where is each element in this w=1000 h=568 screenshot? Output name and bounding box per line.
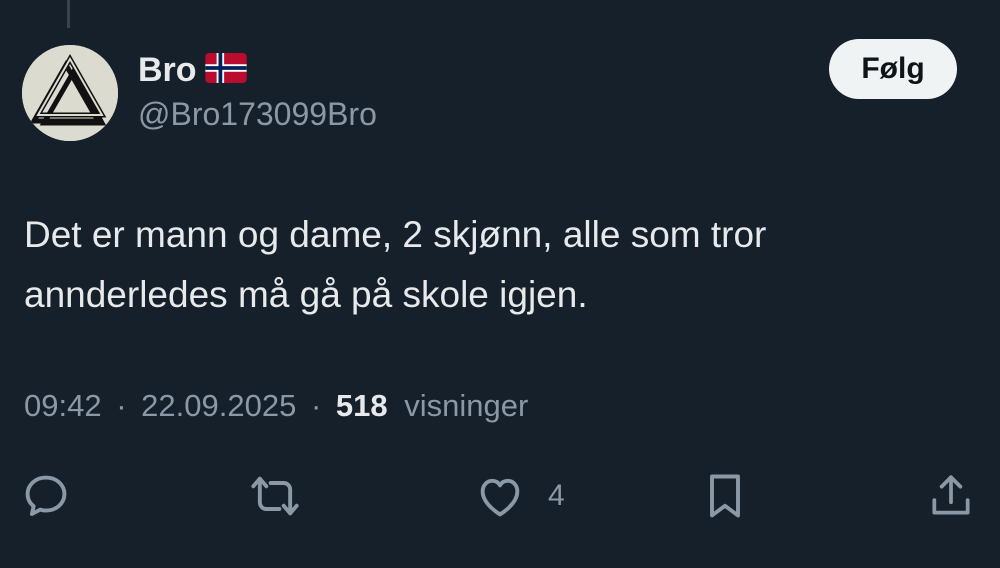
author-name-row[interactable]: Bro bbox=[138, 48, 247, 92]
follow-button[interactable]: Følg bbox=[829, 39, 957, 99]
views-label: visninger bbox=[404, 388, 529, 423]
meta-separator: · bbox=[310, 388, 322, 423]
share-icon bbox=[932, 475, 970, 515]
avatar[interactable] bbox=[22, 45, 118, 141]
reply-button[interactable] bbox=[20, 470, 72, 522]
tweet-date[interactable]: 22.09.2025 bbox=[141, 388, 296, 423]
valknut-logo-icon bbox=[22, 45, 118, 141]
reply-icon bbox=[25, 475, 67, 516]
norway-flag-icon bbox=[204, 52, 247, 88]
like-icon bbox=[480, 478, 520, 517]
meta-separator: · bbox=[116, 388, 127, 423]
share-button[interactable] bbox=[926, 470, 976, 522]
retweet-button[interactable] bbox=[248, 470, 302, 522]
tweet-text-line: annderledes må gå på skole igjen. bbox=[24, 274, 588, 315]
bookmark-icon bbox=[710, 474, 740, 518]
like-count: 4 bbox=[548, 479, 565, 512]
retweet-icon bbox=[251, 476, 299, 516]
bookmark-button[interactable] bbox=[702, 470, 748, 522]
thread-connector-line bbox=[67, 0, 70, 28]
views-count: 518 bbox=[335, 388, 388, 423]
author-handle[interactable]: @Bro173099Bro bbox=[138, 96, 377, 133]
tweet-text-line: Det er mann og dame, 2 skjønn, alle som … bbox=[24, 214, 767, 255]
author-display-name[interactable]: Bro bbox=[138, 51, 197, 90]
tweet-time[interactable]: 09:42 bbox=[24, 388, 102, 423]
tweet-text: Det er mann og dame, 2 skjønn, alle som … bbox=[24, 205, 974, 325]
tweet-meta: 09:42 · 22.09.2025 · 518 visninger bbox=[24, 388, 528, 424]
like-button[interactable]: 4 bbox=[474, 470, 565, 522]
